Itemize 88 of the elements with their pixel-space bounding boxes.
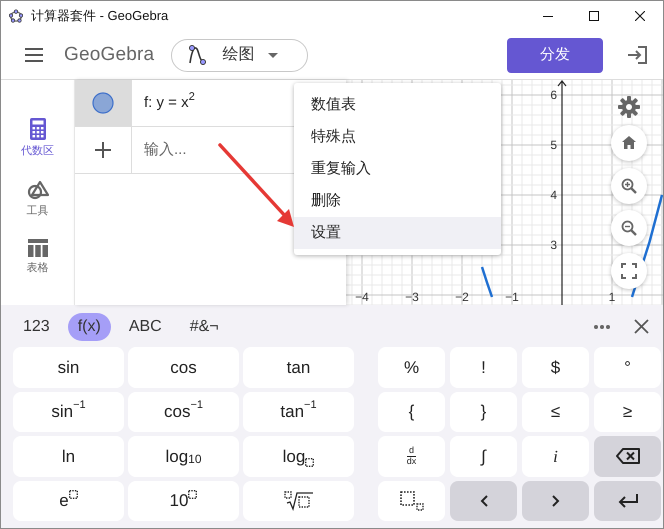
fullscreen-icon	[621, 263, 637, 280]
sidebar-item[interactable]: 工具	[26, 180, 48, 219]
zoom-in-button[interactable]	[611, 168, 647, 204]
x-tick-label: −3	[405, 290, 419, 304]
sign-in-icon	[627, 46, 647, 64]
close-icon	[634, 319, 649, 334]
app-picker[interactable]: 绘图	[171, 38, 308, 72]
y-tick-label: 3	[550, 238, 557, 252]
nth-root-icon	[284, 490, 314, 511]
y-tick-label: 5	[550, 138, 557, 152]
function-definition: f: y = x$^{2}$	[143, 90, 195, 113]
keyboard-key[interactable]: ∫	[450, 436, 517, 476]
keyboard-key[interactable]: $	[522, 347, 589, 388]
keyboard-key[interactable]: !	[450, 347, 517, 388]
y-tick-label: 4	[550, 188, 557, 202]
zoom-out-button[interactable]	[611, 210, 647, 246]
home-icon	[621, 135, 637, 151]
menu-item[interactable]: 设置	[294, 217, 501, 249]
keyboard-key[interactable]: cos	[128, 347, 239, 388]
keyboard-key[interactable]: °	[594, 347, 661, 388]
table-icon	[28, 239, 48, 257]
sidebar-item[interactable]: 表格	[26, 239, 48, 276]
placeholder-icon	[188, 490, 198, 500]
sidebar-item[interactable]: 代数区	[21, 118, 54, 160]
keyboard-key[interactable]	[243, 480, 354, 521]
close-keyboard-button[interactable]	[634, 319, 649, 334]
keyboard-key[interactable]: tan$^{−1}$	[243, 392, 354, 432]
window-title: 计算器套件 - GeoGebra	[31, 7, 168, 26]
keyboard-tab[interactable]: #&¬	[180, 312, 229, 340]
keyboard-key[interactable]: tan	[243, 347, 354, 388]
keyboard-key[interactable]: 10	[128, 480, 239, 521]
x-tick-label: −1	[505, 290, 519, 304]
keyboard-key[interactable]: cos$^{−1}$	[128, 392, 239, 432]
keyboard-key[interactable]	[378, 480, 445, 521]
zoom-in-icon	[621, 178, 637, 194]
menu-button[interactable]	[25, 48, 43, 62]
close-icon	[635, 11, 645, 21]
keyboard-key[interactable]: {	[378, 392, 445, 432]
fullscreen-button[interactable]	[611, 253, 647, 290]
placeholder-icon	[305, 458, 314, 467]
chevron-right-icon	[552, 494, 560, 507]
menu-item[interactable]: 重复输入	[294, 153, 501, 185]
keyboard-tab[interactable]: ABC	[118, 312, 172, 340]
backspace-key[interactable]	[594, 436, 661, 476]
keyboard-key[interactable]: }	[450, 392, 517, 432]
menu-item[interactable]: 数值表	[294, 89, 501, 121]
x-tick-label: 1	[608, 290, 616, 304]
keyboard-key[interactable]: d dx	[378, 436, 445, 476]
plus-icon	[95, 142, 111, 158]
keyboard-key[interactable]: ≤	[522, 392, 589, 432]
keyboard-key[interactable]: %	[378, 347, 445, 388]
share-button[interactable]: 分发	[507, 38, 603, 72]
keyboard-key[interactable]: log$_{10}$	[128, 436, 239, 476]
app-logo-icon	[9, 9, 23, 23]
sign-in-button[interactable]	[627, 46, 647, 64]
menu-item[interactable]: 删除	[294, 185, 501, 217]
caret-icon	[268, 52, 278, 58]
calculator-icon	[30, 118, 46, 140]
backspace-icon	[616, 448, 640, 464]
home-button[interactable]	[611, 125, 647, 161]
keyboard-tab[interactable]: 123	[13, 312, 60, 340]
visibility-toggle[interactable]	[92, 92, 114, 114]
keyboard-key[interactable]: e	[13, 480, 124, 521]
keyboard-tab[interactable]: f(x)	[68, 312, 111, 340]
x-tick-label: −2	[455, 290, 469, 304]
maximize-icon	[589, 11, 599, 21]
enter-key[interactable]	[594, 480, 661, 521]
zoom-out-icon	[621, 220, 637, 236]
chevron-left-icon	[480, 494, 488, 507]
graph-curve-icon	[186, 43, 208, 67]
menu-item[interactable]: 特殊点	[294, 121, 501, 153]
placeholder-icon	[68, 490, 78, 500]
settings-icon	[618, 96, 640, 118]
triangle-circle-icon	[26, 180, 48, 200]
menu-icon	[25, 48, 43, 62]
keyboard-key[interactable]: i	[522, 436, 589, 476]
subscript-icon	[400, 490, 424, 511]
keyboard-key[interactable]: ln	[13, 436, 124, 476]
more-icon	[594, 324, 610, 328]
keyboard-key[interactable]: sin$^{−1}$	[13, 392, 124, 432]
more-button[interactable]	[594, 324, 610, 328]
logo: GeoGebra	[64, 42, 154, 67]
keyboard-key[interactable]: sin	[13, 347, 124, 388]
keyboard-key[interactable]: log	[243, 436, 354, 476]
enter-icon	[616, 494, 638, 508]
keyboard-key[interactable]: ≥	[594, 392, 661, 432]
y-tick-label: 6	[550, 88, 557, 102]
x-tick-label: −4	[355, 290, 369, 304]
